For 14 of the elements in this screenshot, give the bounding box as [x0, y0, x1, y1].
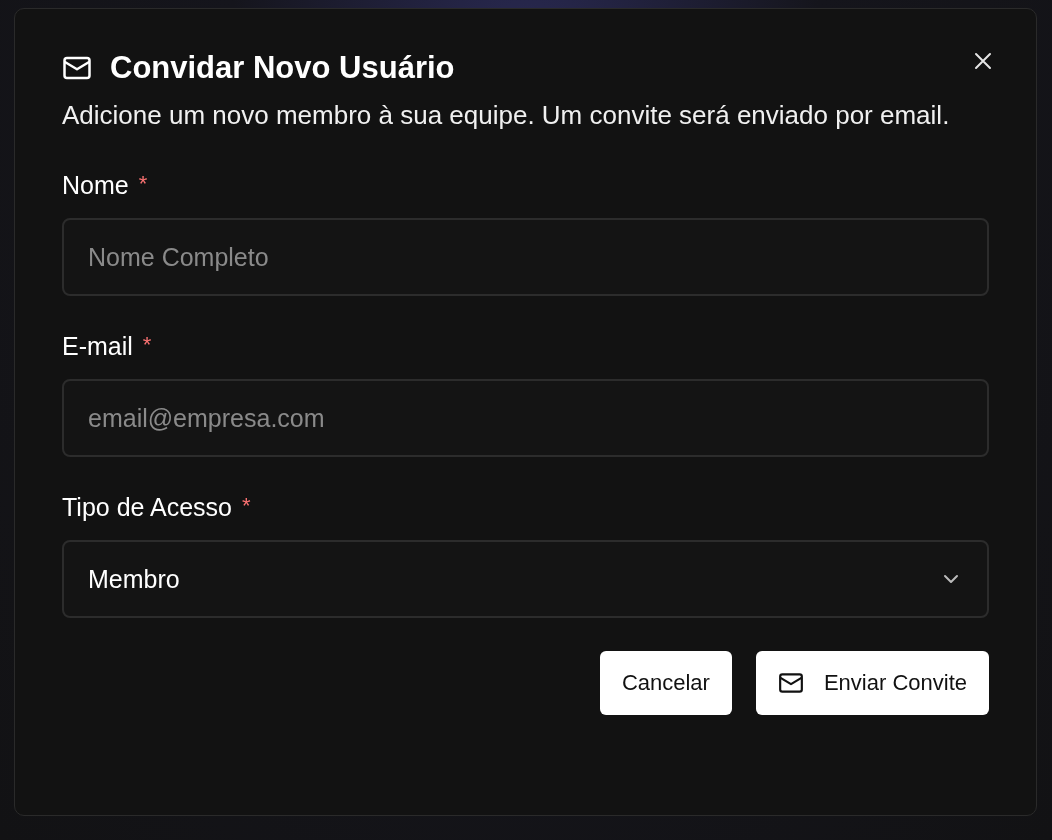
- envelope-icon: [777, 670, 804, 696]
- field-label: Nome: [62, 171, 129, 200]
- required-mark: *: [242, 493, 251, 520]
- required-mark: *: [138, 171, 148, 198]
- required-mark: *: [142, 332, 152, 359]
- input-field[interactable]: email@empresa.com: [62, 379, 989, 457]
- field-label: Tipo de Acesso: [62, 493, 232, 522]
- select-field[interactable]: Membro: [62, 540, 989, 618]
- dialog-title: Convidar Novo Usuário: [110, 50, 455, 86]
- input-field[interactable]: Nome Completo: [62, 218, 989, 296]
- dialog-description: Adicione um novo membro à sua equipe. Um convite será enviado por email.: [62, 99, 951, 132]
- field-label: E-mail: [62, 332, 133, 361]
- send-button[interactable]: Enviar Convite: [755, 651, 989, 715]
- cancel-button[interactable]: Cancelar: [599, 651, 732, 715]
